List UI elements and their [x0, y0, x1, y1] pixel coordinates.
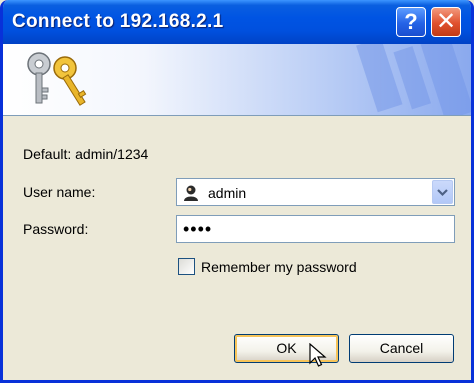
dialog-title: Connect to 192.168.2.1 [12, 11, 224, 32]
user-icon [184, 185, 198, 201]
username-dropdown-button[interactable] [432, 180, 453, 204]
dialog-banner [3, 44, 471, 116]
close-button[interactable]: ✕ [431, 7, 461, 37]
username-value: admin [208, 185, 247, 201]
username-combobox[interactable]: admin [176, 178, 455, 206]
mouse-cursor-icon [309, 343, 327, 367]
password-value: •••• [183, 219, 213, 239]
banner-decoration [356, 44, 471, 115]
remember-password-label[interactable]: Remember my password [201, 259, 357, 275]
password-field[interactable]: •••• [176, 215, 455, 243]
chevron-down-icon [437, 189, 448, 197]
default-credentials-text: Default: admin/1234 [23, 146, 149, 162]
password-label: Password: [23, 221, 89, 237]
username-label: User name: [23, 184, 96, 200]
login-dialog: Connect to 192.168.2.1 ? ✕ Default: admi… [0, 0, 474, 383]
cancel-button[interactable]: Cancel [349, 334, 454, 363]
help-button[interactable]: ? [396, 7, 426, 37]
keys-icon [27, 52, 87, 106]
remember-password-checkbox[interactable] [178, 258, 195, 275]
title-bar[interactable]: Connect to 192.168.2.1 ? ✕ [3, 0, 471, 44]
